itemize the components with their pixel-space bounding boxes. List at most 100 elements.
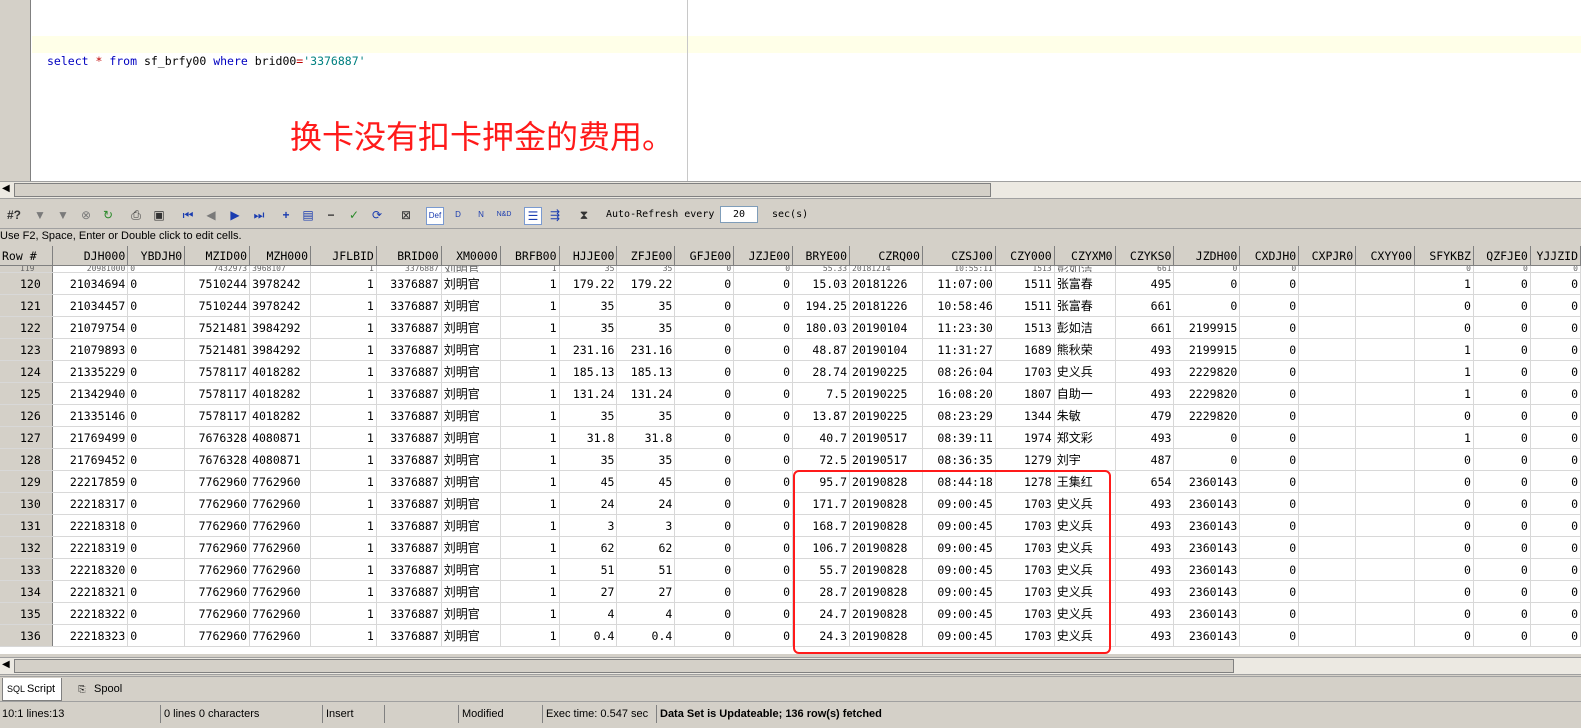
table-cell[interactable]: 彭如洁 [1054,265,1116,273]
table-cell[interactable]: 0 [733,514,794,537]
table-cell[interactable] [1355,448,1416,471]
print-icon[interactable]: ⎙ [128,207,144,223]
table-cell[interactable]: 0 [127,558,186,581]
table-cell[interactable]: 21079893 [52,338,129,361]
table-cell[interactable]: 3376887 [376,404,442,427]
table-cell[interactable] [1355,470,1416,493]
table-cell[interactable]: 0 [1414,580,1474,603]
table-cell[interactable]: 刘宇 [1054,448,1116,471]
table-cell[interactable]: 刘明官 [441,360,501,383]
table-row[interactable]: 135 22218322 0 7762960 7762960 1 3376887 刘明官 1 4 4… [0,602,1581,625]
table-cell[interactable]: 0 [127,382,186,405]
table-cell[interactable]: 20190225 [849,360,923,383]
table-row[interactable]: 124 21335229 0 7578117 4018282 1 3376887 刘明官 1 18… [0,360,1581,383]
table-cell[interactable]: 0 [1414,265,1474,273]
table-cell[interactable]: 刘明官 [441,382,501,405]
table-cell[interactable]: 0 [127,426,186,449]
table-cell[interactable]: 0 [1473,558,1531,581]
column-header[interactable]: BRYE00 [792,246,851,266]
table-cell[interactable]: 0 [1473,536,1531,559]
table-cell[interactable]: 20181226 [849,272,923,295]
table-cell[interactable]: 179.22 [559,272,618,295]
table-cell[interactable]: 0 [1530,492,1581,515]
table-cell[interactable]: 0 [1530,382,1581,405]
table-cell[interactable]: 1 [1414,382,1474,405]
table-cell[interactable]: 168.7 [792,514,851,537]
table-cell[interactable]: 13.87 [792,404,851,427]
table-cell[interactable]: 0 [1530,514,1581,537]
column-header[interactable]: MZH000 [249,246,312,266]
post-edit-icon[interactable]: ✓ [346,207,362,223]
table-cell[interactable]: 20190828 [849,602,923,625]
table-cell[interactable]: 0 [127,602,186,625]
table-cell[interactable]: 20190828 [849,470,923,493]
table-cell[interactable]: 0 [1239,448,1300,471]
table-cell[interactable]: 09:00:45 [922,558,996,581]
table-cell[interactable]: 27 [616,580,676,603]
table-cell[interactable]: 231.16 [616,338,676,361]
table-cell[interactable] [1298,448,1357,471]
table-cell[interactable]: 20190104 [849,338,923,361]
table-cell[interactable]: 0 [733,404,794,427]
table-cell[interactable]: 0 [127,316,186,339]
table-cell[interactable]: 0 [1530,265,1581,273]
column-header[interactable]: JZJE00 [733,246,794,266]
table-cell[interactable]: 0 [733,272,794,295]
table-cell[interactable]: 0 [733,338,794,361]
table-cell[interactable]: 1 [310,536,377,559]
table-cell[interactable] [1355,294,1416,317]
table-cell[interactable]: 0 [1530,536,1581,559]
table-row[interactable]: 128 21769452 0 7676328 4080871 1 3376887 刘明官 1 35… [0,448,1581,471]
table-cell[interactable]: 3376887 [376,265,442,273]
column-header[interactable]: CZYKS0 [1115,246,1175,266]
table-cell[interactable]: 1513 [995,265,1055,273]
first-record-icon[interactable]: ⏮ [180,207,196,223]
table-cell[interactable]: 1703 [995,602,1055,625]
table-cell[interactable]: 1 [1414,426,1474,449]
table-cell[interactable]: 08:26:04 [922,360,996,383]
table-cell[interactable]: 48.87 [792,338,851,361]
table-row[interactable]: 129 22217859 0 7762960 7762960 1 3376887 刘明官 1 45… [0,470,1581,493]
table-cell[interactable]: 刘明官 [441,338,501,361]
auto-refresh-interval-input[interactable]: 20 [720,206,758,223]
table-cell[interactable]: 1 [500,265,560,273]
table-cell[interactable]: 3376887 [376,426,442,449]
table-cell[interactable]: 1 [500,404,560,427]
table-cell[interactable]: 1 [500,272,560,295]
table-cell[interactable]: 0 [733,294,794,317]
table-cell[interactable]: 1278 [995,470,1055,493]
table-cell[interactable]: 0 [1530,338,1581,361]
table-cell[interactable]: 刘明官 [441,558,501,581]
table-cell[interactable]: 20981000 [52,265,129,273]
table-cell[interactable]: 3376887 [376,360,442,383]
table-cell[interactable]: 0 [1473,602,1531,625]
table-cell[interactable]: 08:44:18 [922,470,996,493]
table-cell[interactable]: 62 [559,536,618,559]
table-cell[interactable] [1298,265,1357,273]
table-cell[interactable]: 0 [127,294,186,317]
table-cell[interactable]: 09:00:45 [922,536,996,559]
table-cell[interactable] [1355,624,1416,647]
column-header[interactable]: ZFJE00 [616,246,676,266]
column-header[interactable]: YJJZID [1530,246,1581,266]
table-cell[interactable]: 31.8 [616,426,676,449]
table-cell[interactable]: 3376887 [376,448,442,471]
editor-horizontal-scrollbar[interactable]: ◀ [0,181,1581,199]
table-cell[interactable]: 0 [733,602,794,625]
table-cell[interactable]: 72.5 [792,448,851,471]
table-cell[interactable]: 1 [500,580,560,603]
table-cell[interactable] [1355,536,1416,559]
d-view-icon[interactable]: D [450,207,466,223]
table-cell[interactable]: 刘明官 [441,426,501,449]
table-cell[interactable]: 661 [1115,265,1175,273]
table-cell[interactable]: 45 [616,470,676,493]
table-cell[interactable]: 1 [310,514,377,537]
table-cell[interactable]: 2360143 [1173,602,1241,625]
results-grid[interactable]: Row # DJH000 YBDJH0 MZID00 MZH000 JFLBID BRID0… [0,246,1581,654]
table-cell[interactable]: 0 [674,316,735,339]
table-cell[interactable]: 493 [1115,492,1175,515]
table-cell[interactable]: 4018282 [249,382,312,405]
tab-spool[interactable]: ⎘ Spool [70,678,128,700]
table-cell[interactable]: 1 [500,470,560,493]
table-cell[interactable]: 1 [310,602,377,625]
